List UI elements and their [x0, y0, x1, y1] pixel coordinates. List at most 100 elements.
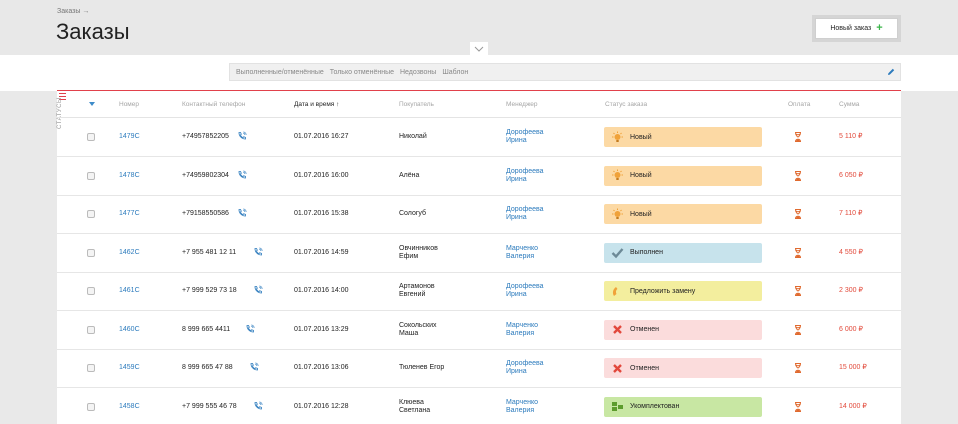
breadcrumb[interactable]: Заказы →	[57, 8, 89, 15]
cross-icon	[613, 325, 622, 334]
order-number-link[interactable]: 1460C	[119, 326, 140, 334]
customer-name: Тюленев Егор	[399, 364, 444, 372]
order-datetime: 01.07.2016 14:59	[294, 248, 349, 256]
filter-tab-missed-calls[interactable]: Недозвоны	[400, 69, 436, 76]
status-badge[interactable]: Отменен	[604, 319, 762, 340]
order-sum: 5 110 ₽	[839, 133, 863, 140]
table-row[interactable]: 1460C 8 999 665 4411 01.07.2016 13:29 Сокол…	[57, 311, 901, 350]
column-header-customer[interactable]: Покупатель	[399, 101, 434, 108]
manager-name[interactable]: Дорофеева Ирина	[506, 283, 544, 299]
order-number-link[interactable]: 1461C	[119, 287, 140, 295]
table-row[interactable]: 1477C +79158550586 01.07.2016 15:38 Сологуб…	[57, 195, 901, 234]
new-order-container: Новый заказ +	[812, 15, 901, 42]
phone-call-icon[interactable]	[253, 401, 264, 411]
manager-name-line: Ирина	[506, 214, 527, 221]
order-number-link[interactable]: 1477C	[119, 210, 140, 218]
manager-name[interactable]: Марченко Валерия	[506, 245, 538, 261]
customer-name: Сокольских Маша	[399, 322, 437, 338]
manager-name[interactable]: Дорофеева Ирина	[506, 129, 544, 145]
row-checkbox[interactable]	[87, 402, 95, 411]
row-checkbox[interactable]	[87, 210, 95, 218]
customer-name-line: Николай	[399, 133, 427, 140]
phone-call-icon[interactable]	[237, 208, 248, 218]
call-button[interactable]	[237, 208, 248, 218]
hourglass-icon	[795, 286, 801, 296]
status-badge[interactable]: Новый	[604, 204, 762, 224]
status-badge[interactable]: Новый	[604, 165, 762, 186]
status-icon-wrap	[611, 362, 624, 375]
status-badge[interactable]: Укомплектован	[604, 396, 762, 417]
column-header-status[interactable]: Статус заказа	[605, 101, 647, 108]
manager-name[interactable]: Марченко Валерия	[506, 399, 538, 415]
phone-call-icon[interactable]	[237, 131, 248, 141]
order-sum: 7 110 ₽	[839, 210, 863, 217]
plus-icon: +	[876, 22, 883, 34]
status-label: Новый	[630, 210, 652, 218]
column-header-phone[interactable]: Контактный телефон	[182, 101, 245, 108]
customer-name-line: Ефим	[399, 252, 419, 260]
call-button[interactable]	[237, 131, 248, 141]
manager-name[interactable]: Дорофеева Ирина	[506, 206, 544, 222]
column-header-payment[interactable]: Оплата	[788, 101, 810, 108]
row-checkbox[interactable]	[87, 287, 95, 295]
table-row[interactable]: 1458C +7 999 555 46 78 01.07.2016 12:28 Клю…	[57, 388, 901, 424]
lightbulb-icon	[612, 169, 623, 180]
status-badge[interactable]: Предложить замену	[604, 281, 762, 301]
customer-name-line: Овчинников	[399, 244, 438, 252]
filter-tab-done-cancelled[interactable]: Выполненные/отменённые	[236, 69, 324, 76]
order-datetime: 01.07.2016 13:06	[294, 364, 349, 371]
order-number-link[interactable]: 1458C	[119, 403, 140, 411]
table-row[interactable]: 1478C +74959802304 01.07.2016 16:00 Алёна До…	[57, 157, 901, 196]
row-checkbox[interactable]	[87, 248, 95, 257]
customer-name-line: Тюленев Егор	[399, 364, 445, 371]
row-checkbox[interactable]	[87, 364, 95, 372]
status-label: Отменен	[630, 326, 659, 333]
manager-name[interactable]: Дорофеева Ирина	[506, 360, 544, 376]
order-number-link[interactable]: 1462C	[119, 249, 140, 257]
table-row[interactable]: 1462C +7 955 481 12 11 01.07.2016 14:59 Овч…	[57, 234, 901, 273]
status-badge[interactable]: Выполнен	[604, 242, 762, 263]
call-button[interactable]	[237, 170, 248, 180]
collapse-toggle[interactable]	[470, 42, 488, 55]
lightbulb-icon	[612, 131, 623, 142]
order-datetime: 01.07.2016 16:27	[294, 133, 349, 140]
manager-name-line: Марченко	[506, 398, 538, 406]
call-button[interactable]	[253, 401, 264, 411]
call-button[interactable]	[253, 247, 264, 257]
status-label: Укомплектован	[630, 403, 680, 410]
phone-call-icon[interactable]	[237, 170, 248, 180]
table-row[interactable]: 1461C +7 999 529 73 18 01.07.2016 14:00 Арт…	[57, 272, 901, 311]
table-row[interactable]: 1479C +74957852205 01.07.2016 16:27 Николай…	[57, 118, 901, 157]
select-toggle-icon[interactable]	[89, 102, 95, 106]
order-number-link[interactable]: 1478C	[119, 172, 140, 180]
row-checkbox[interactable]	[87, 325, 95, 334]
call-button[interactable]	[249, 362, 260, 372]
table-row[interactable]: 1459C 8 999 665 47 88 01.07.2016 13:06 Тюле…	[57, 349, 901, 388]
order-number-link[interactable]: 1459C	[119, 364, 140, 372]
status-badge[interactable]: Отменен	[604, 358, 762, 378]
phone-number: 8 999 665 4411	[182, 325, 231, 333]
column-header-sum[interactable]: Сумма	[839, 101, 859, 108]
filter-tab-template[interactable]: Шаблон	[442, 69, 468, 76]
manager-name[interactable]: Дорофеева Ирина	[506, 168, 544, 184]
row-checkbox[interactable]	[87, 171, 95, 180]
phone-call-icon[interactable]	[249, 362, 260, 372]
manager-name[interactable]: Марченко Валерия	[506, 322, 538, 338]
boxes-icon	[612, 402, 623, 411]
call-button[interactable]	[245, 324, 256, 334]
column-header-manager[interactable]: Менеджер	[506, 101, 538, 108]
column-header-number[interactable]: Номер	[119, 101, 139, 108]
order-number-link[interactable]: 1479C	[119, 133, 140, 141]
row-checkbox[interactable]	[87, 133, 95, 141]
phone-call-icon[interactable]	[253, 285, 264, 295]
hourglass-icon	[795, 247, 801, 258]
phone-call-icon[interactable]	[245, 324, 256, 334]
new-order-button[interactable]: Новый заказ +	[815, 18, 898, 39]
hourglass-icon	[795, 363, 801, 373]
filter-tab-cancelled-only[interactable]: Только отменённые	[330, 69, 394, 76]
call-button[interactable]	[253, 285, 264, 295]
pencil-icon[interactable]	[886, 67, 896, 77]
column-header-datetime[interactable]: Дата и время ↑	[294, 101, 339, 108]
status-badge[interactable]: Новый	[604, 127, 762, 147]
phone-call-icon[interactable]	[253, 247, 264, 257]
